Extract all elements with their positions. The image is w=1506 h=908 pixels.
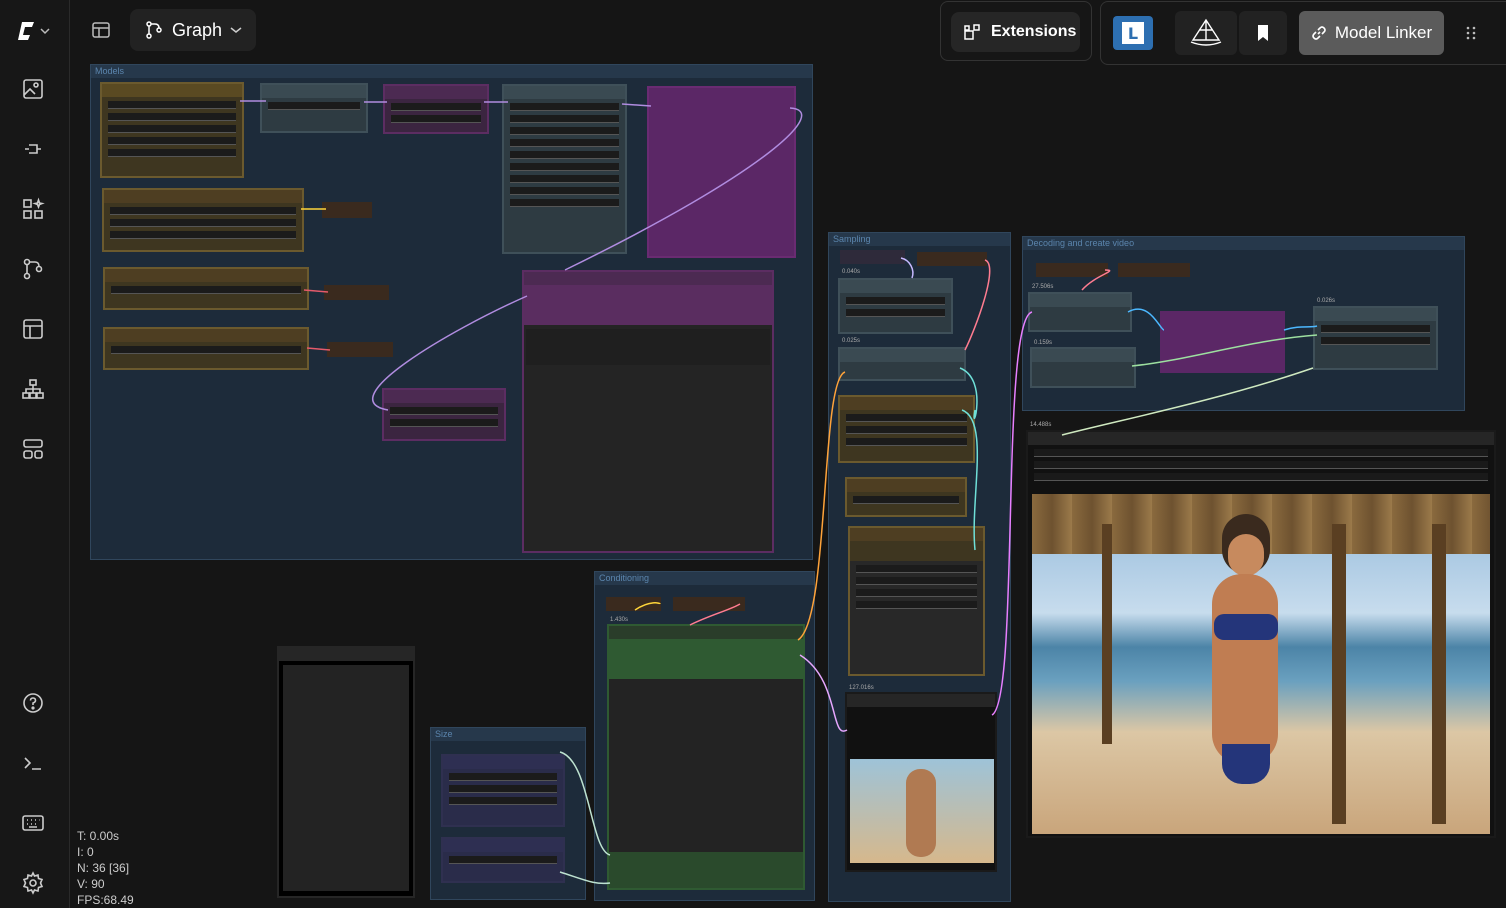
node-height-int[interactable] — [441, 837, 565, 883]
terminal-icon[interactable] — [17, 747, 49, 779]
bookmark-button[interactable] — [1239, 11, 1287, 55]
node-unet-loader[interactable] — [103, 327, 309, 370]
right-toolbar: L Model Linker — [1100, 1, 1506, 65]
node-clip-loader[interactable] — [103, 267, 309, 310]
stat-nodes: N: 36 [36] — [77, 861, 130, 875]
extensions-icon — [964, 24, 980, 40]
node-seed[interactable] — [840, 250, 905, 264]
node-reroute[interactable] — [324, 285, 389, 300]
node-text-encode[interactable] — [607, 624, 805, 890]
model-linker-label: Model Linker — [1334, 23, 1433, 42]
preview-image — [1032, 494, 1490, 834]
node-frame-processor[interactable] — [1030, 347, 1136, 388]
extensions-label: Extensions — [991, 23, 1077, 40]
timing-label: 0.025s — [842, 338, 861, 344]
node-lora-loader[interactable] — [260, 83, 368, 133]
node-custom-sampler[interactable] — [848, 526, 985, 676]
node-sampler-select[interactable] — [838, 395, 975, 463]
graph-icon — [146, 21, 162, 39]
workflows-icon[interactable] — [17, 253, 49, 285]
link-icon — [1312, 26, 1326, 40]
timing-label: 127.016s — [849, 685, 874, 691]
extensions-button[interactable]: Extensions — [951, 12, 1080, 52]
drag-handle[interactable] — [1457, 11, 1485, 55]
drag-handle-icon — [1466, 26, 1476, 40]
node-empty-preview[interactable] — [277, 646, 415, 898]
settings-icon[interactable] — [17, 867, 49, 899]
keyboard-icon[interactable] — [17, 807, 49, 839]
node-reroute[interactable] — [673, 597, 745, 611]
node-model-loader[interactable] — [100, 82, 244, 178]
images-icon[interactable] — [17, 73, 49, 105]
stat-fps: FPS:68.49 — [77, 893, 134, 907]
panel-icon — [92, 22, 110, 38]
node-settings-stack[interactable] — [502, 84, 627, 254]
models-icon[interactable] — [17, 133, 49, 165]
node-library-icon[interactable] — [17, 193, 49, 225]
linear-mode-button[interactable]: L — [1111, 11, 1155, 55]
node-clip-encoder[interactable] — [383, 84, 489, 134]
linear-icon: L — [1113, 16, 1153, 50]
chevron-down-icon — [40, 28, 50, 35]
group-title: Size — [431, 728, 585, 741]
stat-index: I: 0 — [77, 845, 94, 859]
timing-label: 1.430s — [610, 617, 629, 623]
node-reroute[interactable] — [322, 202, 372, 218]
templates-icon[interactable] — [17, 313, 49, 345]
node-vae-loader[interactable] — [102, 188, 304, 252]
node-noise[interactable] — [845, 477, 967, 517]
node-video-preview[interactable] — [1026, 430, 1496, 838]
timing-label: 27.506s — [1032, 284, 1054, 290]
group-title: Sampling — [829, 233, 1010, 246]
group-title: Conditioning — [595, 572, 814, 585]
timing-label: 0.026s — [1317, 298, 1336, 304]
node-reroute[interactable] — [1036, 263, 1108, 277]
comfy-logo-icon — [18, 22, 34, 40]
queue-icon[interactable] — [17, 373, 49, 405]
node-scheduler[interactable] — [838, 278, 953, 334]
help-icon[interactable] — [17, 687, 49, 719]
node-width-int[interactable] — [441, 754, 565, 827]
node-note-purple[interactable] — [1160, 311, 1285, 373]
model-linker-button[interactable]: Model Linker — [1299, 11, 1444, 55]
topbar-left: Graph — [80, 8, 257, 52]
node-reroute[interactable] — [606, 597, 661, 611]
node-model-sampling[interactable] — [382, 388, 506, 441]
sidebar — [0, 0, 70, 908]
ship-icon — [1190, 18, 1222, 46]
node-reroute[interactable] — [1118, 263, 1190, 277]
app-logo-menu[interactable] — [16, 18, 60, 44]
node-vae-decode[interactable] — [1028, 292, 1132, 332]
timing-label: 0.040s — [842, 269, 861, 275]
node-latent-preview[interactable] — [845, 692, 997, 872]
graph-tab-label: Graph — [172, 19, 223, 40]
timing-label: 0.159s — [1034, 340, 1053, 346]
group-title: Decoding and create video — [1023, 237, 1464, 250]
graph-tab[interactable]: Graph — [130, 9, 257, 51]
layouts-icon[interactable] — [17, 433, 49, 465]
node-reroute[interactable] — [327, 342, 393, 357]
node-preview-image[interactable] — [522, 270, 774, 553]
stat-time: T: 0.00s — [77, 829, 120, 843]
group-title: Models — [91, 65, 812, 78]
node-reroute[interactable] — [917, 252, 987, 266]
chevron-down-icon — [230, 27, 242, 33]
extensions-wrap: Extensions — [940, 1, 1092, 61]
thumbnail-image — [850, 759, 994, 863]
bookmark-icon — [1258, 25, 1268, 41]
timing-label: 14.488s — [1030, 422, 1052, 428]
node-video-combine[interactable] — [1313, 306, 1438, 370]
ship-mode-button[interactable] — [1175, 11, 1237, 55]
canvas-stats: T: 0.00s I: 0 N: 36 [36] V: 90 FPS:68.49 — [77, 828, 134, 908]
graph-canvas[interactable]: Models Sampling Decoding and create vide… — [70, 0, 1506, 908]
node-note-purple[interactable] — [647, 86, 796, 258]
stat-vertices: V: 90 — [77, 877, 105, 891]
node-guider[interactable] — [838, 347, 966, 381]
toggle-panel-button[interactable] — [80, 9, 122, 51]
